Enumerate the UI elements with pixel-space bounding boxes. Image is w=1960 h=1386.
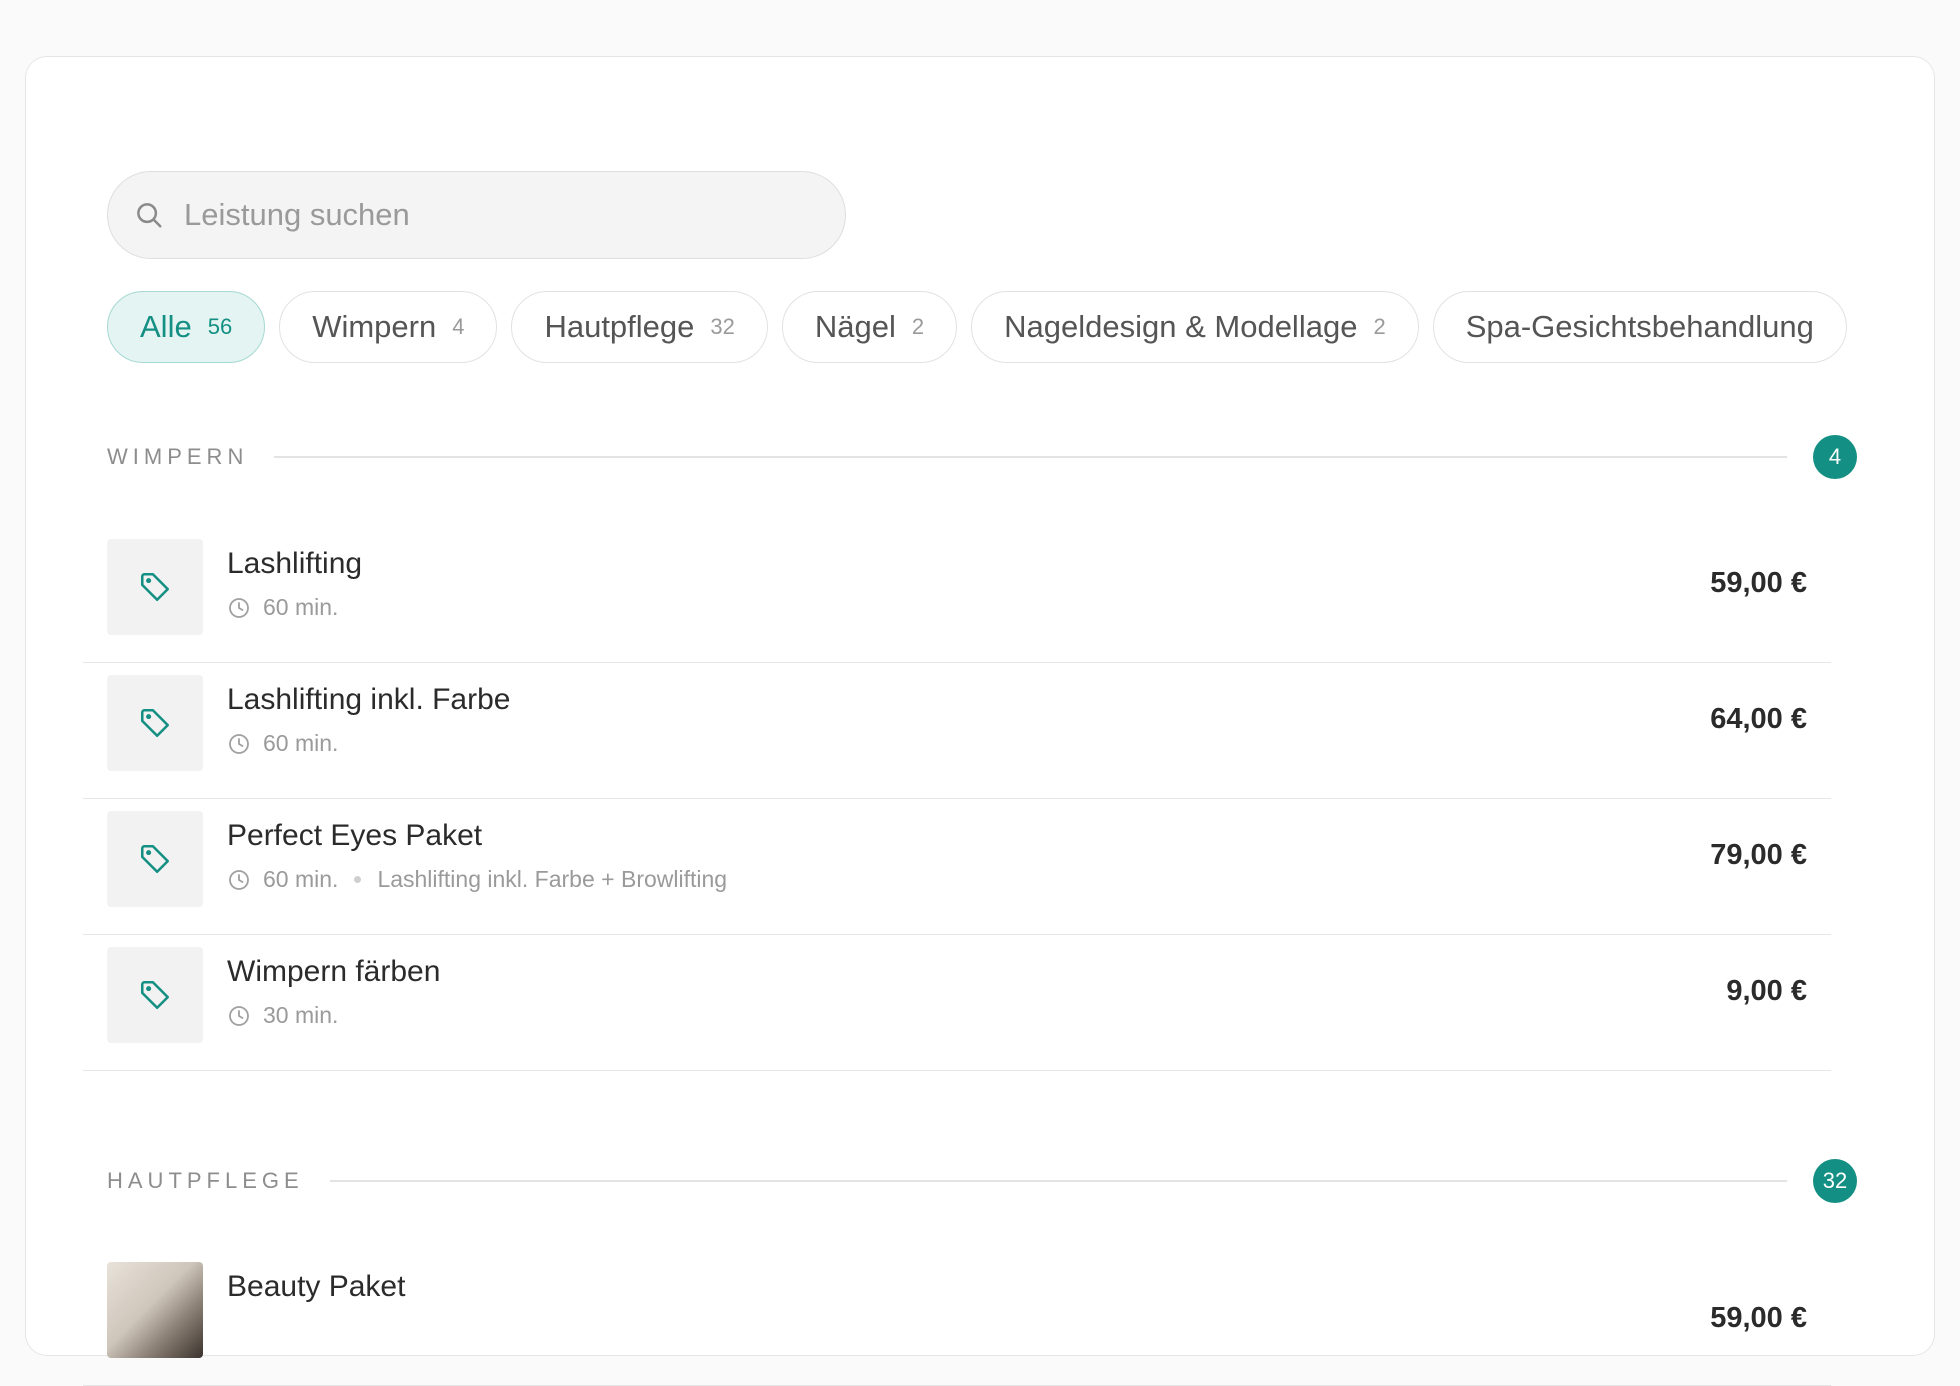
clock-icon (229, 869, 249, 890)
service-price: 64,00 € (1710, 703, 1807, 735)
section-title: WIMPERN (107, 444, 249, 469)
filter-chip-label: Nägel (814, 309, 896, 344)
filter-chip-naegel[interactable]: Nägel 2 (781, 291, 958, 363)
service-price: 9,00 € (1726, 975, 1807, 1007)
service-thumbnail (107, 811, 203, 907)
tag-icon (140, 572, 170, 602)
section-divider (329, 1180, 1787, 1182)
filter-chip-label: Hautpflege (544, 309, 695, 344)
filter-chip-label: Spa-Gesichtsbehandlung (1465, 309, 1814, 344)
service-meta: 60 min. (227, 730, 338, 757)
service-list-wimpern: Lashlifting 60 min. 59,00 € Lashlifting … (83, 527, 1831, 1071)
service-row[interactable]: Wimpern färben 30 min. 9,00 € (83, 935, 1831, 1071)
filter-chip-count: 2 (1373, 314, 1386, 339)
category-filter-bar: Alle 56 Wimpern 4 Hautpflege 32 Nägel 2 … (107, 291, 1862, 367)
service-name: Lashlifting (227, 547, 363, 580)
service-row[interactable]: Lashlifting inkl. Farbe 60 min. 64,00 € (83, 663, 1831, 799)
service-row[interactable]: Perfect Eyes Paket 60 min. Lashlifting i… (83, 799, 1831, 935)
tag-icon (140, 844, 170, 874)
filter-chip-count: 2 (911, 314, 925, 339)
service-duration: 60 min. (263, 866, 339, 892)
service-photo (107, 1262, 203, 1358)
service-description: Lashlifting inkl. Farbe + Browlifting (377, 866, 728, 892)
service-thumbnail (107, 675, 203, 771)
clock-icon (229, 1005, 249, 1026)
service-name: Perfect Eyes Paket (227, 819, 483, 852)
service-thumbnail (107, 947, 203, 1043)
filter-chip-alle[interactable]: Alle 56 (107, 291, 266, 363)
service-meta: 60 min. Lashlifting inkl. Farbe + Browli… (227, 866, 727, 893)
service-thumbnail (107, 1262, 203, 1358)
service-duration: 30 min. (263, 1002, 339, 1028)
clock-icon (229, 597, 249, 618)
service-thumbnail (107, 539, 203, 635)
service-duration: 60 min. (263, 594, 339, 620)
service-name: Beauty Paket (227, 1270, 406, 1303)
search-field[interactable] (107, 171, 846, 259)
section-divider (274, 456, 1787, 458)
filter-chip-count: 4 (452, 314, 465, 339)
filter-chip-label: Alle (140, 309, 192, 344)
filter-chip-count: 56 (207, 314, 233, 339)
filter-chip-hautpflege[interactable]: Hautpflege 32 (511, 291, 768, 363)
filter-chip-wimpern[interactable]: Wimpern 4 (279, 291, 498, 363)
filter-chip-count: 32 (710, 314, 735, 339)
meta-separator (354, 876, 362, 883)
section-header-wimpern: WIMPERN 4 (107, 435, 1857, 479)
service-price: 79,00 € (1710, 839, 1807, 871)
service-price: 59,00 € (1710, 567, 1807, 599)
filter-chip-label: Nageldesign & Modellage (1004, 309, 1358, 344)
section-header-hautpflege: HAUTPFLEGE 32 (107, 1159, 1857, 1203)
section-count-badge: 4 (1813, 435, 1857, 479)
filter-chip-nageldesign[interactable]: Nageldesign & Modellage 2 (971, 291, 1419, 363)
service-list-hautpflege: Beauty Paket 59,00 € (83, 1250, 1831, 1386)
service-name: Wimpern färben (227, 955, 441, 988)
service-price: 59,00 € (1710, 1302, 1807, 1334)
section-title: HAUTPFLEGE (107, 1168, 304, 1193)
tag-icon (140, 708, 170, 738)
service-row[interactable]: Beauty Paket 59,00 € (83, 1250, 1831, 1386)
search-icon (137, 203, 162, 228)
filter-chip-spa[interactable]: Spa-Gesichtsbehandlung (1432, 291, 1847, 363)
services-card: Alle 56 Wimpern 4 Hautpflege 32 Nägel 2 … (25, 56, 1935, 1386)
tag-icon (140, 980, 170, 1010)
section-count-badge: 32 (1813, 1159, 1857, 1203)
service-meta: 30 min. (227, 1002, 338, 1029)
service-name: Lashlifting inkl. Farbe (227, 683, 511, 716)
filter-chip-label: Wimpern (312, 309, 437, 344)
service-meta: 60 min. (227, 594, 338, 621)
search-input[interactable] (184, 197, 784, 233)
service-duration: 60 min. (263, 730, 339, 756)
service-row[interactable]: Lashlifting 60 min. 59,00 € (83, 527, 1831, 663)
clock-icon (229, 733, 249, 754)
